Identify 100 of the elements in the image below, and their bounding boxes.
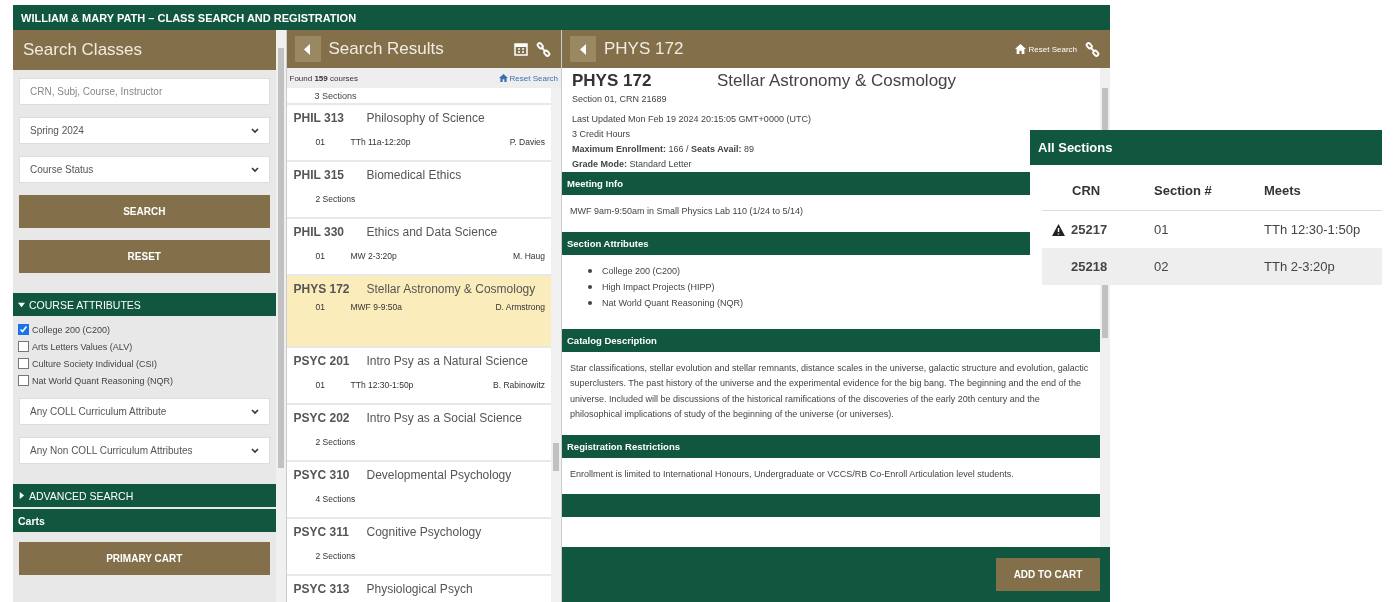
course-row[interactable]: PHIL 315 Biomedical Ethics 2 Sections — [286, 162, 551, 217]
section-label: ADVANCED SEARCH — [29, 489, 134, 502]
calendar-icon[interactable] — [514, 42, 528, 56]
meets-cell-text: TTh 2-3:20p — [1264, 259, 1336, 274]
course-row[interactable]: PSYC 311 Cognitive Psychology 2 Sections — [286, 519, 551, 574]
course-code: PHYS 172 — [293, 282, 351, 298]
action-button[interactable]: RESET — [19, 240, 270, 273]
add-to-cart-button[interactable]: ADD TO CART — [996, 558, 1100, 591]
list-item: Nat World Quant Reasoning (NQR) — [602, 296, 743, 310]
section-cell-text: 02 — [1154, 259, 1170, 274]
section-number: 01 — [315, 302, 326, 312]
reset-search-link[interactable]: Reset Search — [498, 73, 558, 83]
meeting-time: MWF 9-9:50a — [350, 302, 403, 312]
section-label: Carts — [18, 514, 45, 527]
warning-icon — [1052, 223, 1065, 236]
section-number: 01 — [315, 251, 326, 261]
course-fact: Grade Mode: Standard Letter — [572, 158, 692, 171]
section-heading: Catalog Description — [567, 334, 657, 346]
crn-cell[interactable]: 25217 — [1071, 222, 1108, 237]
course-row[interactable]: PHYS 172 Stellar Astronomy & Cosmology 01 MWF 9-9:50a D. Armstrong — [286, 276, 551, 346]
course-title: Intro Psy as a Natural Science — [366, 353, 528, 370]
checkbox-label: Arts Letters Values (ALV) — [32, 341, 133, 352]
back-button[interactable] — [294, 36, 321, 62]
course-row[interactable]: PSYC 313 Physiological Psych — [286, 576, 551, 602]
attribute-select[interactable]: Any COLL Curriculum Attribute — [19, 398, 270, 425]
action-button[interactable]: SEARCH — [19, 195, 270, 228]
course-code: PSYC 201 — [293, 354, 351, 370]
panel-title: PHYS 172 — [604, 39, 684, 59]
chevron-down-icon — [250, 166, 259, 173]
course-fact: Maximum Enrollment: 166 / Seats Avail: 89 — [572, 143, 754, 156]
checkbox[interactable] — [18, 324, 29, 335]
course-title: Stellar Astronomy & Cosmology — [366, 281, 536, 298]
course-code: PSYC 311 — [293, 525, 350, 541]
chevron-down-icon — [250, 408, 259, 415]
checkbox-label: Culture Society Individual (CSI) — [32, 358, 158, 369]
sections-count: 3 Sections — [314, 90, 357, 101]
course-title: Biomedical Ethics — [366, 167, 462, 184]
course-title: Developmental Psychology — [366, 467, 512, 484]
section-text: MWF 9am-9:50am in Small Physics Lab 110 (1/24 to 5/14) — [570, 205, 804, 218]
course-code: PSYC 202 — [293, 411, 351, 427]
section-text: Enrollment is limited to International Honours, Undergraduate or VCCS/RB Co-Enroll Articulation level students. — [570, 467, 1015, 481]
list-item: College 200 (C200) — [602, 264, 681, 278]
list-item: High Impact Projects (HIPP) — [602, 280, 715, 294]
course-row[interactable]: PSYC 202 Intro Psy as a Social Science 2 Sections — [286, 405, 551, 460]
chevron-down-icon — [250, 127, 259, 134]
app-title: WILLIAM & MARY PATH – CLASS SEARCH AND REGISTRATION — [21, 11, 357, 24]
checkbox-label: Nat World Quant Reasoning (NQR) — [32, 375, 173, 386]
crn-cell[interactable]: 25218 — [1071, 259, 1108, 274]
panel-title: Search Classes — [23, 40, 143, 60]
column-header: CRN — [1071, 183, 1102, 198]
meeting-time: TTh 12:30-1:50p — [350, 380, 415, 390]
bullet-icon — [588, 268, 592, 273]
course-title: Stellar Astronomy & Cosmology — [717, 71, 957, 91]
checkbox[interactable] — [18, 375, 29, 386]
course-row[interactable]: PHIL 313 Philosophy of Science 01 TTh 11a-12:20p P. Davies — [286, 105, 551, 160]
course-title: Ethics and Data Science — [366, 224, 498, 241]
instructor-name: M. Haug — [512, 251, 545, 261]
instructor-name: D. Armstrong — [495, 302, 545, 312]
chevron-down-icon — [250, 447, 259, 454]
course-title: Philosophy of Science — [366, 110, 485, 127]
course-fact: Last Updated Mon Feb 19 2024 20:15:05 GMT+0000 (UTC) — [572, 113, 811, 126]
column-header: Meets — [1264, 183, 1302, 198]
section-toggle[interactable]: COURSE ATTRIBUTES — [13, 293, 276, 316]
search-field[interactable]: CRN, Subj, Course, Instructor — [19, 78, 270, 105]
course-row[interactable]: PHIL 330 Ethics and Data Science 01 MW 2-3:20p M. Haug — [286, 219, 551, 274]
section-label: COURSE ATTRIBUTES — [29, 298, 141, 311]
section-cell-text: 01 — [1154, 222, 1170, 237]
term-select[interactable]: Spring 2024 — [19, 117, 270, 144]
course-code: PSYC 313 — [293, 582, 351, 598]
reset-search-link[interactable]: Reset Search — [1014, 44, 1077, 54]
course-title: Physiological Psych — [366, 581, 473, 598]
section-toggle[interactable]: ADVANCED SEARCH — [13, 484, 276, 507]
bullet-icon — [588, 300, 592, 305]
popup-title: All Sections — [1038, 140, 1113, 155]
panel-title: Search Results — [328, 39, 444, 59]
course-row[interactable]: PSYC 201 Intro Psy as a Natural Science 01 TTh 12:30-1:50p B. Rabinowitz — [286, 348, 551, 403]
meeting-time: MW 2-3:20p — [350, 251, 398, 261]
link-icon[interactable] — [1085, 41, 1100, 57]
course-title: Intro Psy as a Social Science — [366, 410, 522, 427]
status-select[interactable]: Course Status — [19, 156, 270, 183]
table-row[interactable]: 25217 01 TTh 12:30-1:50p — [1042, 211, 1382, 248]
course-row[interactable]: PSYC 310 Developmental Psychology 4 Sections — [286, 462, 551, 517]
course-code: PHIL 315 — [293, 168, 345, 184]
instructor-name: B. Rabinowitz — [493, 380, 545, 390]
back-button[interactable] — [570, 36, 596, 62]
attribute-select[interactable]: Any Non COLL Curriculum Attributes — [19, 437, 270, 464]
course-title: Cognitive Psychology — [366, 524, 482, 541]
section-number: 01 — [315, 380, 326, 390]
course-code: PHYS 172 — [572, 71, 653, 91]
home-icon — [498, 74, 508, 82]
caret-left-icon — [304, 43, 311, 55]
course-fact: 3 Credit Hours — [572, 128, 631, 141]
cart-button[interactable]: PRIMARY CART — [19, 542, 270, 575]
link-icon[interactable] — [536, 41, 551, 57]
table-row[interactable]: 25218 02 TTh 2-3:20p — [1042, 248, 1382, 285]
course-code: PHIL 313 — [293, 111, 345, 127]
checkbox[interactable] — [18, 358, 29, 369]
course-code: PSYC 310 — [293, 468, 351, 484]
caret-left-icon — [579, 43, 587, 55]
checkbox[interactable] — [18, 341, 29, 352]
